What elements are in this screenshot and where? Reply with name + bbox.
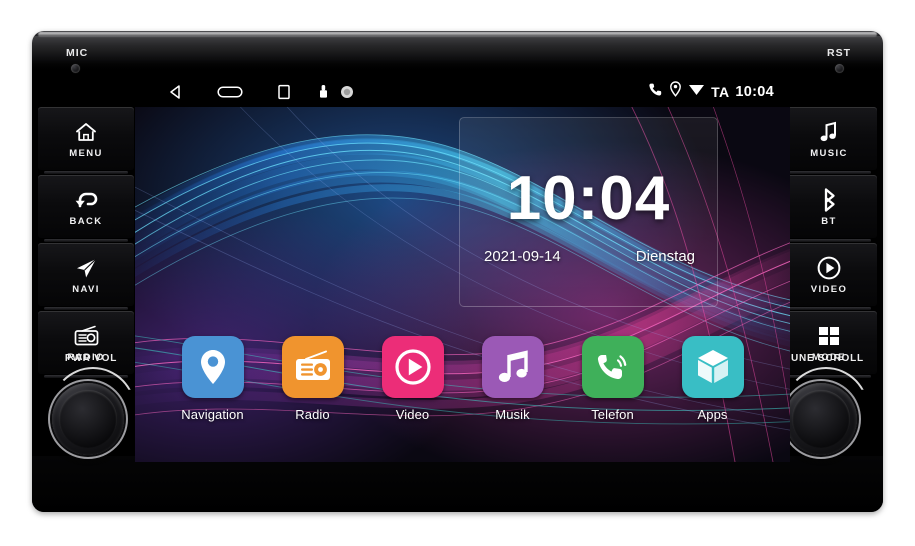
app-navigation-label: Navigation	[181, 407, 244, 422]
app-telefon[interactable]: Telefon	[581, 336, 645, 444]
power-volume-knob-label: PWR VOL	[64, 353, 118, 364]
app-dock: Navigation Radio Video Musik Telefon App…	[135, 336, 790, 444]
record-dot-icon[interactable]	[335, 76, 359, 107]
app-radio[interactable]: Radio	[281, 336, 345, 444]
clock-widget-weekday: Dienstag	[635, 248, 695, 265]
app-navigation-tile[interactable]	[181, 336, 244, 398]
screenshot-root: MIC RST MENU BACK NAVI RADIO MUSIC BT VI…	[0, 0, 915, 546]
app-apps-label: Apps	[697, 407, 728, 422]
back-triangle-icon[interactable]	[149, 76, 203, 107]
power-volume-knob-face	[59, 390, 117, 448]
app-telefon-tile[interactable]	[581, 336, 644, 398]
app-apps[interactable]: Apps	[681, 336, 745, 444]
car-head-unit-device: MIC RST MENU BACK NAVI RADIO MUSIC BT VI…	[32, 31, 883, 512]
navigation-arrow-icon	[73, 255, 99, 281]
traffic-announcement-label: TA	[711, 83, 730, 100]
music-note-icon	[818, 119, 840, 145]
hardware-button-video-label: VIDEO	[810, 283, 848, 295]
app-video[interactable]: Video	[381, 336, 445, 444]
app-radio-label: Radio	[295, 407, 330, 422]
hardware-button-navi[interactable]: NAVI	[38, 243, 134, 310]
bluetooth-icon	[819, 187, 839, 213]
home-icon	[74, 119, 98, 145]
home-oval-icon[interactable]	[203, 76, 257, 107]
app-navigation[interactable]: Navigation	[181, 336, 245, 444]
tune-scroll-knob-face	[792, 390, 850, 448]
app-musik-tile[interactable]	[481, 336, 544, 398]
radio-icon	[295, 350, 330, 380]
device-gloss-sheen	[32, 36, 883, 64]
hardware-button-music-label: MUSIC	[810, 147, 848, 159]
hardware-button-menu-label: MENU	[69, 147, 103, 159]
hardware-button-back[interactable]: BACK	[38, 175, 134, 242]
touchscreen-display[interactable]: TA 10:04 10:04 2021-09-14 Dienstag Navig…	[135, 76, 790, 462]
clock-widget-time: 10:04	[506, 164, 671, 233]
device-bottom-bezel	[32, 456, 883, 512]
reset-hole[interactable]	[835, 64, 844, 73]
reset-label: RST	[827, 47, 851, 59]
system-status-icons: TA 10:04	[648, 81, 774, 102]
hardware-button-bt-label: BT	[821, 215, 837, 227]
app-apps-tile[interactable]	[681, 336, 744, 398]
app-radio-tile[interactable]	[281, 336, 344, 398]
mic-hole	[71, 64, 80, 73]
hardware-button-bt[interactable]: BT	[781, 175, 877, 242]
back-arrow-icon	[73, 187, 99, 213]
app-telefon-label: Telefon	[591, 407, 634, 422]
hardware-button-navi-label: NAVI	[72, 283, 100, 295]
location-pin-icon	[669, 81, 682, 102]
clock-widget[interactable]: 10:04 2021-09-14 Dienstag	[459, 117, 718, 307]
grid-squares-icon	[817, 323, 841, 349]
wifi-icon	[688, 82, 705, 101]
play-circle-icon	[394, 349, 431, 385]
power-volume-knob[interactable]	[49, 380, 127, 458]
cube-icon	[697, 350, 728, 383]
clock-widget-date: 2021-09-14	[484, 248, 561, 265]
phone-icon	[597, 355, 626, 380]
recents-square-icon[interactable]	[257, 76, 311, 107]
power-volume-knob-zone: PWR VOL	[36, 353, 146, 468]
statusbar-clock: 10:04	[735, 83, 774, 100]
location-pin-icon	[200, 350, 225, 384]
app-musik[interactable]: Musik	[481, 336, 545, 444]
phone-icon	[648, 82, 663, 102]
hardware-button-video[interactable]: VIDEO	[781, 243, 877, 310]
hardware-button-menu[interactable]: MENU	[38, 107, 134, 174]
mic-label: MIC	[66, 47, 89, 59]
navigation-bar-icons	[149, 76, 359, 107]
app-musik-label: Musik	[495, 407, 530, 422]
play-circle-icon	[816, 255, 842, 281]
music-note-icon	[498, 350, 528, 382]
app-video-label: Video	[395, 407, 430, 422]
hardware-button-back-label: BACK	[69, 215, 103, 227]
app-video-tile[interactable]	[381, 336, 444, 398]
tune-scroll-knob[interactable]	[782, 380, 860, 458]
radio-icon	[73, 323, 100, 349]
lock-icon[interactable]	[311, 76, 335, 107]
android-status-bar: TA 10:04	[135, 76, 790, 107]
hardware-button-music[interactable]: MUSIC	[781, 107, 877, 174]
